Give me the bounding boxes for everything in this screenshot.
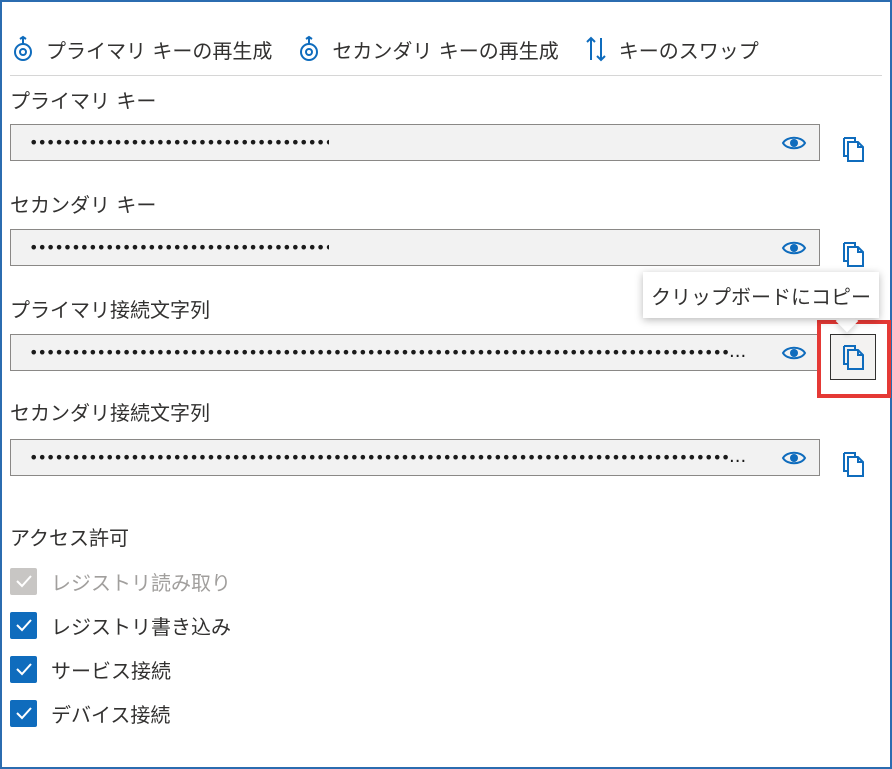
swap-keys-label: キーのスワップ <box>618 38 759 63</box>
primary-connection-string-input[interactable]: ••••••••••••••••••••••••••••••••••••••••… <box>10 334 820 371</box>
secondary-key-label: セカンダリ キー <box>10 193 157 217</box>
permission-label: デバイス接続 <box>51 702 171 727</box>
regenerate-secondary-key-label: セカンダリ キーの再生成 <box>332 38 559 63</box>
secondary-connection-string-value: ••••••••••••••••••••••••••••••••••••••••… <box>29 448 729 467</box>
permission-registry-read: レジストリ読み取り <box>10 567 231 595</box>
copy-primary-key-button[interactable] <box>830 126 876 172</box>
checkbox-checked-disabled <box>10 567 37 595</box>
show-value-eye-icon[interactable] <box>781 134 807 152</box>
secondary-key-value: ••••••••••••••••••••••••••••••••••••••••… <box>29 238 329 257</box>
checkbox-checked[interactable] <box>10 699 37 727</box>
permission-registry-write[interactable]: レジストリ書き込み <box>10 611 231 639</box>
secondary-connection-string-input[interactable]: ••••••••••••••••••••••••••••••••••••••••… <box>10 439 820 476</box>
checkmark-icon <box>15 619 32 632</box>
secondary-connection-string-label: セカンダリ接続文字列 <box>10 401 210 425</box>
key-regenerate-icon <box>14 35 32 61</box>
regenerate-primary-key-label: プライマリ キーの再生成 <box>46 38 273 63</box>
toolbar-divider <box>10 75 882 76</box>
checkbox-checked[interactable] <box>10 655 37 683</box>
primary-key-label: プライマリ キー <box>10 89 157 113</box>
access-keys-panel: プライマリ キーの再生成 セカンダリ キーの再生成 キーのスワップ プライマリ … <box>0 0 892 769</box>
swap-keys-button[interactable]: キーのスワップ <box>583 32 759 66</box>
permission-label: レジストリ書き込み <box>51 614 231 639</box>
checkmark-icon <box>15 575 32 588</box>
permission-device-connect[interactable]: デバイス接続 <box>10 699 170 727</box>
copy-icon <box>843 242 864 267</box>
copy-secondary-key-button[interactable] <box>830 231 876 277</box>
swap-arrows-icon <box>586 36 606 62</box>
access-permissions-title: アクセス許可 <box>10 526 129 550</box>
checkmark-icon <box>15 707 32 720</box>
show-value-eye-icon[interactable] <box>781 449 807 467</box>
primary-connection-string-label: プライマリ接続文字列 <box>10 298 210 322</box>
show-value-eye-icon[interactable] <box>781 239 807 257</box>
copy-tooltip: クリップボードにコピー <box>643 272 879 318</box>
permission-label: サービス接続 <box>51 658 171 683</box>
permission-service-connect[interactable]: サービス接続 <box>10 655 171 683</box>
highlight-box <box>817 320 891 398</box>
primary-connection-string-value: ••••••••••••••••••••••••••••••••••••••••… <box>29 343 729 362</box>
show-value-eye-icon[interactable] <box>781 344 807 362</box>
truncation-ellipsis: ... <box>729 446 747 467</box>
checkbox-checked[interactable] <box>10 611 37 639</box>
primary-key-input[interactable]: ••••••••••••••••••••••••••••••••••••••••… <box>10 124 820 161</box>
key-regenerate-icon <box>300 35 319 61</box>
copy-icon <box>843 137 864 162</box>
secondary-key-input[interactable]: ••••••••••••••••••••••••••••••••••••••••… <box>10 229 820 266</box>
regenerate-secondary-key-button[interactable]: セカンダリ キーの再生成 <box>296 32 559 66</box>
checkmark-icon <box>15 663 32 676</box>
permission-label: レジストリ読み取り <box>51 570 231 595</box>
copy-icon <box>843 452 864 477</box>
toolbar: プライマリ キーの再生成 セカンダリ キーの再生成 キーのスワップ <box>10 32 783 66</box>
truncation-ellipsis: ... <box>729 341 747 362</box>
regenerate-primary-key-button[interactable]: プライマリ キーの再生成 <box>10 32 272 66</box>
copy-secondary-connection-string-button[interactable] <box>830 441 876 487</box>
primary-key-value: ••••••••••••••••••••••••••••••••••••••••… <box>29 133 329 152</box>
